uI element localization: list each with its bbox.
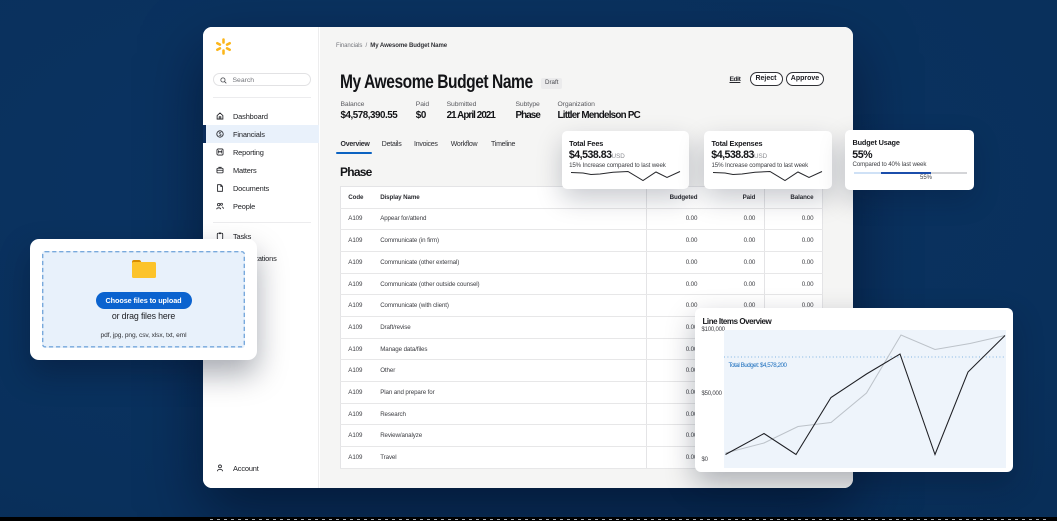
svg-text:$: $ <box>219 132 222 138</box>
